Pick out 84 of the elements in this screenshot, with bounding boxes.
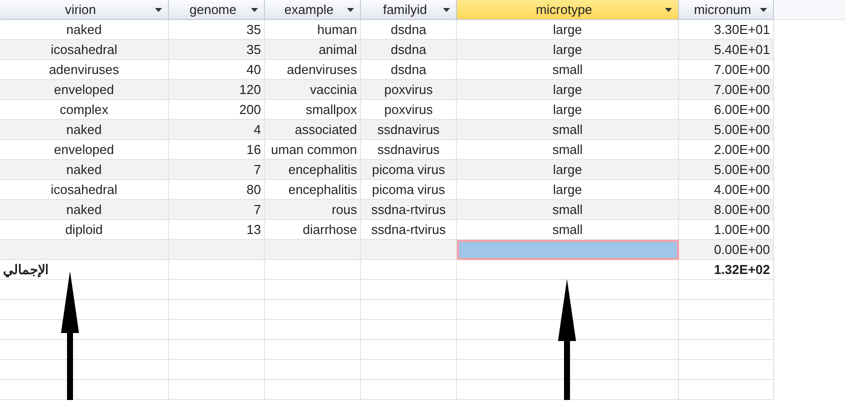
table-cell: diarrhose [265, 220, 361, 240]
dropdown-icon[interactable] [443, 8, 450, 12]
table-cell: small [457, 220, 679, 240]
table-cell: poxvirus [361, 100, 457, 120]
selected-cell[interactable] [457, 240, 679, 260]
table-cell: 13 [169, 220, 265, 240]
table-cell: 5.00E+00 [679, 160, 774, 180]
table-cell: picoma virus [361, 160, 457, 180]
table-cell: naked [0, 160, 169, 180]
table-cell: animal [265, 40, 361, 60]
table-cell: small [457, 140, 679, 160]
table-cell: small [457, 200, 679, 220]
arrow-icon [61, 271, 79, 400]
total-value: 1.32E+02 [679, 260, 774, 280]
table-cell: 4 [169, 120, 265, 140]
table-cell: 7.00E+00 [679, 80, 774, 100]
table-cell: large [457, 100, 679, 120]
table-cell: enveloped [0, 80, 169, 100]
arrow-icon [558, 279, 576, 400]
table-cell: picoma virus [361, 180, 457, 200]
table-cell: 4.00E+00 [679, 180, 774, 200]
table-cell: 40 [169, 60, 265, 80]
table-cell: small [457, 120, 679, 140]
table-cell: 120 [169, 80, 265, 100]
table-cell: 3.30E+01 [679, 20, 774, 40]
table-cell: dsdna [361, 20, 457, 40]
table-cell: enveloped [0, 140, 169, 160]
dropdown-icon[interactable] [347, 8, 354, 12]
dropdown-icon[interactable] [665, 8, 672, 12]
table-cell: 1.00E+00 [679, 220, 774, 240]
column-header[interactable]: genome [169, 0, 265, 20]
dropdown-icon[interactable] [760, 8, 767, 12]
table-cell: vaccinia [265, 80, 361, 100]
table-cell: 5.00E+00 [679, 120, 774, 140]
table-cell: diploid [0, 220, 169, 240]
table-cell: adenviruses [265, 60, 361, 80]
dropdown-icon[interactable] [155, 8, 162, 12]
table-cell: ssdna-rtvirus [361, 220, 457, 240]
column-header[interactable]: virion [0, 0, 169, 20]
table-cell: 7.00E+00 [679, 60, 774, 80]
table-cell: large [457, 40, 679, 60]
table-cell: 80 [169, 180, 265, 200]
table-cell: 200 [169, 100, 265, 120]
table-cell: large [457, 160, 679, 180]
table-cell: large [457, 20, 679, 40]
table-cell: 7 [169, 200, 265, 220]
table-cell: ssdna-rtvirus [361, 200, 457, 220]
column-header[interactable]: familyid [361, 0, 457, 20]
table-cell: naked [0, 200, 169, 220]
table-cell: poxvirus [361, 80, 457, 100]
table-cell: associated [265, 120, 361, 140]
table-cell: human [265, 20, 361, 40]
table-cell: dsdna [361, 40, 457, 60]
table-cell: 35 [169, 40, 265, 60]
table-cell: 35 [169, 20, 265, 40]
table-cell: 7 [169, 160, 265, 180]
table-cell: 5.40E+01 [679, 40, 774, 60]
column-header[interactable]: microtype [457, 0, 679, 20]
table-cell: uman common [265, 140, 361, 160]
table-cell: smallpox [265, 100, 361, 120]
table-cell: 8.00E+00 [679, 200, 774, 220]
table-cell: icosahedral [0, 40, 169, 60]
dropdown-icon[interactable] [251, 8, 258, 12]
table-cell: naked [0, 120, 169, 140]
table-cell: encephalitis [265, 180, 361, 200]
table-cell: icosahedral [0, 180, 169, 200]
column-header[interactable]: example [265, 0, 361, 20]
table-cell: adenviruses [0, 60, 169, 80]
table-cell: rous [265, 200, 361, 220]
table-cell: 6.00E+00 [679, 100, 774, 120]
table-cell: encephalitis [265, 160, 361, 180]
table-cell: complex [0, 100, 169, 120]
table-cell: large [457, 180, 679, 200]
column-header[interactable]: micronum [679, 0, 774, 20]
table-cell: ssdnavirus [361, 120, 457, 140]
table-cell: 0.00E+00 [679, 240, 774, 260]
table-cell: large [457, 80, 679, 100]
table-cell: 2.00E+00 [679, 140, 774, 160]
table-cell: 16 [169, 140, 265, 160]
table-cell: naked [0, 20, 169, 40]
table-cell: dsdna [361, 60, 457, 80]
table-cell: small [457, 60, 679, 80]
table-cell: ssdnavirus [361, 140, 457, 160]
total-label: الإجمالي [0, 260, 169, 280]
